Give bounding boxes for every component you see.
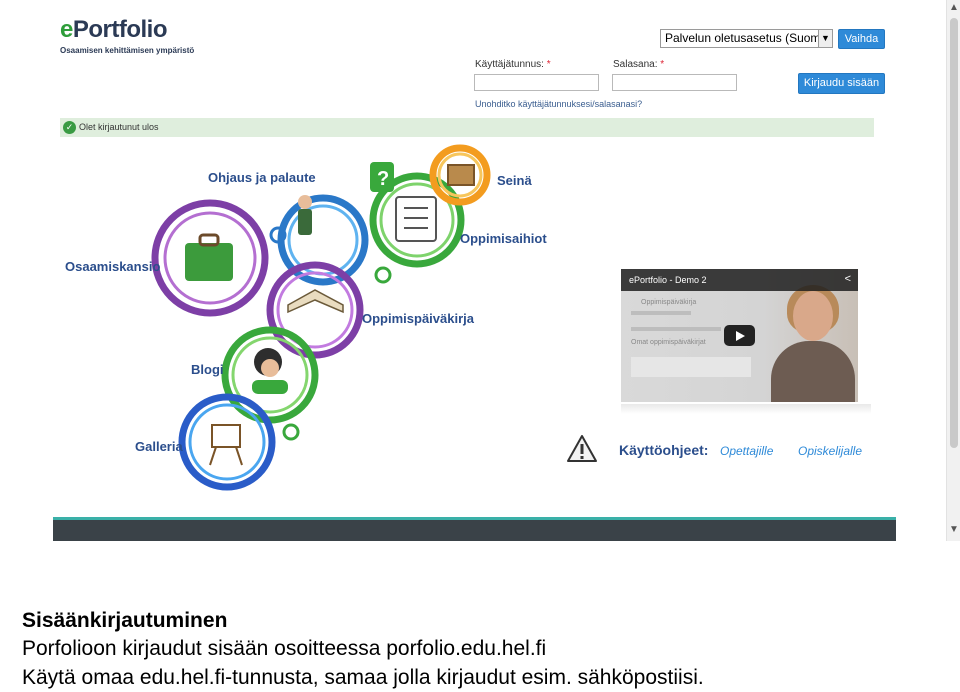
corkboard-icon (447, 164, 475, 186)
scroll-down-icon[interactable]: ▼ (949, 524, 959, 535)
video-subtitle: Oppimispäiväkirja (641, 299, 697, 306)
language-select[interactable]: Palvelun oletusasetus (Suomi) ▼ (660, 29, 833, 48)
instructions-label: Käyttöohjeet: (619, 442, 709, 458)
change-language-button[interactable]: Vaihda (838, 29, 885, 49)
scroll-up-icon[interactable]: ▲ (949, 2, 959, 13)
caption-line-1: Porfolioon kirjaudut sisään osoitteessa … (22, 637, 547, 660)
logo-brand: ePortfolio (60, 16, 194, 44)
vertical-scrollbar[interactable]: ▲ ▼ (946, 0, 960, 541)
check-icon: ✓ (63, 121, 76, 134)
forgot-credentials-link[interactable]: Unohditko käyttäjätunnuksesi/salasanasi? (475, 99, 642, 109)
logo-text: Portfolio (72, 16, 168, 43)
video-row (631, 327, 721, 331)
video-panel (631, 357, 751, 377)
label-oppimispaivakirja[interactable]: Oppimispäiväkirja (362, 311, 475, 326)
svg-text:?: ? (377, 168, 389, 190)
username-label-text: Käyttäjätunnus: (475, 59, 544, 70)
video-shadow (621, 404, 871, 414)
label-oppimisaihiot[interactable]: Oppimisaihiot (460, 231, 547, 246)
label-ohjaus[interactable]: Ohjaus ja palaute (208, 170, 316, 185)
logo-tagline: Osaamisen kehittämisen ympäristö (60, 46, 195, 55)
presenter-body (771, 341, 855, 402)
username-required-mark: * (546, 59, 551, 70)
suitcase-icon (185, 243, 233, 281)
password-input[interactable] (612, 74, 737, 91)
caption-title: Sisäänkirjautuminen (22, 609, 228, 632)
students-guide-link[interactable]: Opiskelijalle (798, 444, 862, 458)
caption-line-2: Käytä omaa edu.hel.fi-tunnusta, samaa jo… (22, 666, 704, 689)
language-value: Palvelun oletusasetus (Suomi) (665, 31, 828, 45)
label-seina[interactable]: Seinä (497, 173, 532, 188)
play-icon[interactable] (724, 325, 755, 346)
password-label: Salasana: * (613, 59, 664, 70)
teacher-icon (298, 195, 312, 209)
label-blogi[interactable]: Blogi (191, 362, 224, 377)
chevron-down-icon: ▼ (818, 30, 832, 47)
logo-e: e (60, 16, 73, 43)
browser-viewport: ePortfolio Osaamisen kehittämisen ympäri… (0, 0, 960, 541)
password-label-text: Salasana: (613, 59, 658, 70)
video-heading: Omat oppimispäiväkirjat (631, 339, 706, 346)
username-input[interactable] (474, 74, 599, 91)
logged-out-notice: ✓ Olet kirjautunut ulos (60, 118, 874, 137)
video-row (631, 311, 691, 315)
notice-text: Olet kirjautunut ulos (79, 122, 159, 132)
label-galleria[interactable]: Galleria (135, 439, 183, 454)
username-label: Käyttäjätunnus: * (475, 59, 551, 70)
teachers-guide-link[interactable]: Opettajille (720, 444, 773, 458)
label-osaamiskansio[interactable]: Osaamiskansio (65, 259, 160, 274)
password-required-mark: * (660, 59, 665, 70)
warning-icon (567, 435, 597, 462)
video-title[interactable]: ePortfolio - Demo 2 (629, 275, 707, 285)
scrollbar-thumb[interactable] (950, 18, 958, 448)
easel-icon (211, 424, 241, 448)
features-illustration: ? Ohjaus ja palaute Seinä Oppimisaihiot … (65, 144, 547, 491)
presenter-face (793, 291, 833, 341)
eportfolio-logo[interactable]: ePortfolio Osaamisen kehittämisen ympäri… (60, 16, 194, 55)
book-icon (287, 289, 344, 314)
slide-caption: Sisäänkirjautuminen Porfolioon kirjaudut… (22, 608, 952, 692)
demo-video-player[interactable]: Oppimispäiväkirja Omat oppimispäiväkirja… (621, 269, 858, 402)
page-footer-bar (53, 517, 896, 541)
login-button[interactable]: Kirjaudu sisään (798, 73, 885, 94)
share-icon[interactable]: < (845, 273, 851, 285)
